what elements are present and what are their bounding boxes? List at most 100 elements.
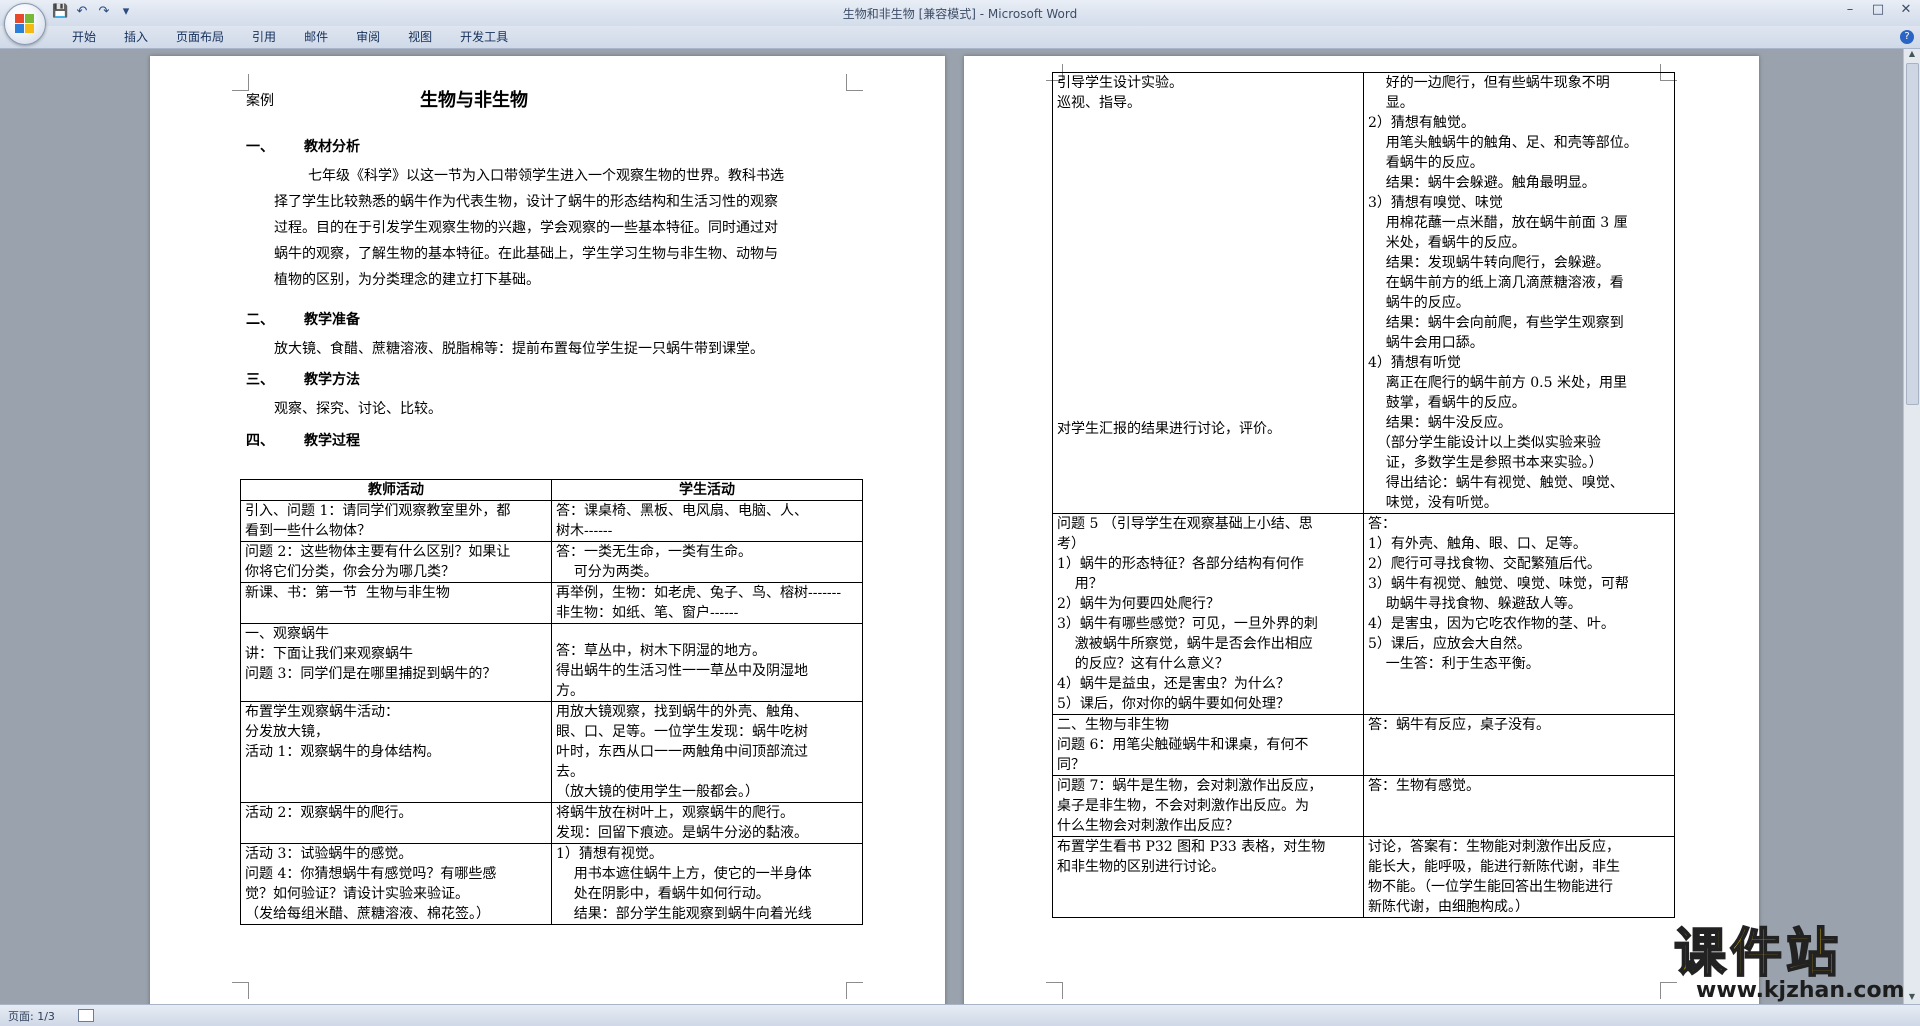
cell-line: 米处，看蜗牛的反应。 (1368, 235, 1526, 251)
methods-text: 观察、探究、讨论、比较。 (274, 401, 442, 417)
cell-line: 2）爬行可寻找食物、交配繁殖后代。 (1368, 556, 1601, 572)
table-row: 活动 2：观察蜗牛的爬行。 将蜗牛放在树叶上，观察蜗牛的爬行。 发现：回留下痕迹。是… (240, 802, 863, 844)
cell-line (1057, 351, 1359, 368)
tab-view[interactable]: 视图 (394, 29, 446, 45)
minimize-button[interactable]: – (1836, 0, 1864, 20)
cell-line: 将蜗牛放在树叶上，观察蜗牛的爬行。 (556, 805, 794, 821)
paragraph-line: 植物的区别，为分类理念的建立打下基础。 (274, 272, 540, 288)
cell-line: 什么生物会对刺激作出反应？ (1057, 818, 1239, 834)
cell-line: 答：草丛中，树木下阴湿的地方。 (556, 643, 766, 659)
tab-developer[interactable]: 开发工具 (446, 29, 522, 45)
cell-line: 蜗牛的反应。 (1368, 295, 1470, 311)
student-activity-cell: 答： 1）有外壳、触角、眼、口、足等。 2）爬行可寻找食物、交配繁殖后代。 3）蜗牛有… (1363, 513, 1675, 715)
teacher-activity-cell: 引入、问题 1：请同学们观察教室里外，都 看到一些什么物体？ (240, 500, 552, 542)
cell-line: 非生物：如纸、笔、窗户------ (556, 605, 739, 621)
section-heading: 教学方法 (304, 372, 360, 388)
student-activity-cell: 用放大镜观察，找到蜗牛的外壳、触角、 眼、口、足等。一位学生发现：蜗牛吃树 叶时，东… (551, 701, 863, 803)
cell-line: 2）蜗牛为何要四处爬行？ (1057, 596, 1220, 612)
cell-line: 证，多数学生是参照书本来实验。） (1368, 455, 1603, 471)
cell-line: 用书本遮住蜗牛上方，使它的一半身体 (556, 866, 812, 882)
ribbon-tabs: 开始 插入 页面布局 引用 邮件 审阅 视图 开发工具 (58, 29, 522, 45)
section-heading: 教材分析 (304, 139, 360, 155)
cell-line: 同？ (1057, 757, 1085, 773)
cell-line: 问题 4：你猜想蜗牛有感觉吗？有哪些感 (245, 866, 497, 882)
cell-line (1057, 232, 1359, 249)
cell-line: 可分为两类。 (556, 564, 658, 580)
scroll-up-icon[interactable]: ▲ (1904, 49, 1920, 61)
cell-line: 新课、书：第一节 生物与非生物 (245, 585, 450, 601)
section-heading: 教学过程 (304, 433, 360, 449)
teacher-activity-cell: 二、生物与非生物 问题 6：用笔尖触碰蜗牛和课桌，有何不 同？ (1052, 714, 1364, 776)
scroll-thumb[interactable] (1906, 63, 1919, 405)
cell-line: 结果：蜗牛会躲避。触角最明显。 (1368, 175, 1596, 191)
cell-line: 1）蜗牛的形态特征？各部分结构有何作 (1057, 556, 1304, 572)
cell-line: 你将它们分类，你会分为哪几类？ (245, 564, 455, 580)
cell-line: 答： (1368, 516, 1396, 532)
cell-line (1057, 334, 1359, 351)
office-logo-icon (15, 14, 35, 34)
proofing-icon[interactable] (78, 1009, 94, 1022)
table-header-row: 教师活动 学生活动 (240, 479, 863, 501)
cell-line: 在蜗牛前方的纸上滴几滴蔗糖溶液，看 (1368, 275, 1624, 291)
section-number: 二、 (246, 312, 274, 328)
title-bar: 💾 ↶ ↷ ▾ 生物和非生物 [兼容模式] - Microsoft Word –… (0, 0, 1920, 27)
cell-line: 1）有外壳、触角、眼、口、足等。 (1368, 536, 1587, 552)
lesson-table-page-2: 引导学生设计实验。 巡视、指导。 对学生汇报的结果进行讨论，评价。 好的一边爬行，但… (1052, 72, 1675, 918)
cell-line: 用放大镜观察，找到蜗牛的外壳、触角、 (556, 704, 808, 720)
student-activity-cell: 答：草丛中，树木下阴湿的地方。 得出蜗牛的生活习性一一草丛中及阴湿地 方。 (551, 623, 863, 702)
tab-review[interactable]: 审阅 (342, 29, 394, 45)
section-number: 四、 (246, 433, 274, 449)
cell-line: 4）是害虫，因为它吃农作物的茎、叶。 (1368, 616, 1615, 632)
page-count[interactable]: 页面: 1/3 (8, 1008, 55, 1024)
cell-line: 看到一些什么物体？ (245, 523, 371, 539)
cell-line: 新陈代谢，由细胞构成。） (1368, 899, 1529, 915)
watermark-logo: 课件站 www.kjzhan.com (1668, 920, 1908, 1004)
cell-line: 结果：发现蜗牛转向爬行，会躲避。 (1368, 255, 1610, 271)
help-icon[interactable]: ? (1900, 30, 1914, 44)
cell-line: 布置学生观察蜗牛活动： (245, 704, 399, 720)
cell-line: 用棉花蘸一点米醋，放在蜗牛前面 3 厘 (1368, 215, 1628, 231)
tab-references[interactable]: 引用 (238, 29, 290, 45)
cell-line (1057, 368, 1359, 385)
cell-line: （部分学生能设计以上类似实验来验 (1368, 435, 1601, 451)
tab-insert[interactable]: 插入 (110, 29, 162, 45)
cell-line (1057, 198, 1359, 215)
cell-line: 处在阴影中，看蜗牛如何行动。 (556, 886, 770, 902)
student-activity-cell: 答：一类无生命，一类有生命。 可分为两类。 (551, 541, 863, 583)
table-row: 活动 3：试验蜗牛的感觉。 问题 4：你猜想蜗牛有感觉吗？有哪些感 觉？如何验证？请… (240, 843, 863, 925)
document-workspace: 案例 生物与非生物 一、 教材分析 七年级《科学》以这一节为入口带领学生进入一个… (0, 49, 1904, 1004)
cell-line: 得出结论：蜗牛有视觉、触觉、嗅觉、 (1368, 475, 1624, 491)
header-teacher: 教师活动 (240, 479, 552, 501)
close-button[interactable]: ✕ (1892, 0, 1920, 20)
cell-line (1057, 317, 1359, 334)
student-activity-cell: 好的一边爬行，但有些蜗牛现象不明 显。 2）猜想有触觉。 用笔头触蜗牛的触角、足、… (1363, 72, 1675, 514)
cell-line (1057, 385, 1359, 402)
cell-line: 一、观察蜗牛 (245, 626, 329, 642)
cell-line: 树木------ (556, 523, 613, 539)
cell-line: 显。 (1368, 95, 1414, 111)
tab-mailings[interactable]: 邮件 (290, 29, 342, 45)
table-row: 引导学生设计实验。 巡视、指导。 对学生汇报的结果进行讨论，评价。 好的一边爬行，但… (1052, 72, 1675, 514)
office-button[interactable] (4, 3, 46, 45)
cell-line: 看蜗牛的反应。 (1368, 155, 1484, 171)
cell-line (1057, 181, 1359, 198)
cell-line: 讨论，答案有：生物能对刺激作出反应， (1368, 839, 1620, 855)
maximize-button[interactable]: □ (1864, 0, 1892, 20)
tab-page-layout[interactable]: 页面布局 (162, 29, 238, 45)
table-row: 引入、问题 1：请同学们观察教室里外，都 看到一些什么物体？ 答：课桌椅、黑板、电风… (240, 500, 863, 542)
table-row: 问题 2：这些物体主要有什么区别？如果让 你将它们分类，你会分为哪几类？ 答：一类无… (240, 541, 863, 583)
vertical-scrollbar[interactable]: ▲ ▼ (1903, 49, 1920, 1004)
paragraph-line: 择了学生比较熟悉的蜗牛作为代表生物，设计了蜗牛的形态结构和生活习性的观察 (274, 194, 778, 210)
tab-home[interactable]: 开始 (58, 29, 110, 45)
cell-line (1057, 300, 1359, 317)
preparation-text: 放大镜、食醋、蔗糖溶液、脱脂棉等：提前布置每位学生捉一只蜗牛带到课堂。 (274, 341, 764, 357)
paragraph-line: 七年级《科学》以这一节为入口带领学生进入一个观察生物的世界。教科书选 (308, 168, 784, 184)
teacher-activity-cell: 布置学生看书 P32 图和 P33 表格，对生物 和非生物的区别进行讨论。 (1052, 836, 1364, 918)
table-row: 问题 7：蜗牛是生物，会对刺激作出反应， 桌子是非生物，不会对刺激作出反应。为 什么… (1052, 775, 1675, 837)
table-row: 布置学生观察蜗牛活动： 分发放大镜， 活动 1：观察蜗牛的身体结构。 用放大镜观察，找… (240, 701, 863, 803)
cell-line: 5）课后，你对你的蜗牛要如何处理？ (1057, 696, 1290, 712)
cell-line: 问题 3：同学们是在哪里捕捉到蜗牛的？ (245, 666, 497, 682)
cell-line: 好的一边爬行，但有些蜗牛现象不明 (1368, 75, 1610, 91)
student-activity-cell: 将蜗牛放在树叶上，观察蜗牛的爬行。 发现：回留下痕迹。是蜗牛分泌的黏液。 (551, 802, 863, 844)
cell-line: 结果：蜗牛会向前爬，有些学生观察到 (1368, 315, 1624, 331)
